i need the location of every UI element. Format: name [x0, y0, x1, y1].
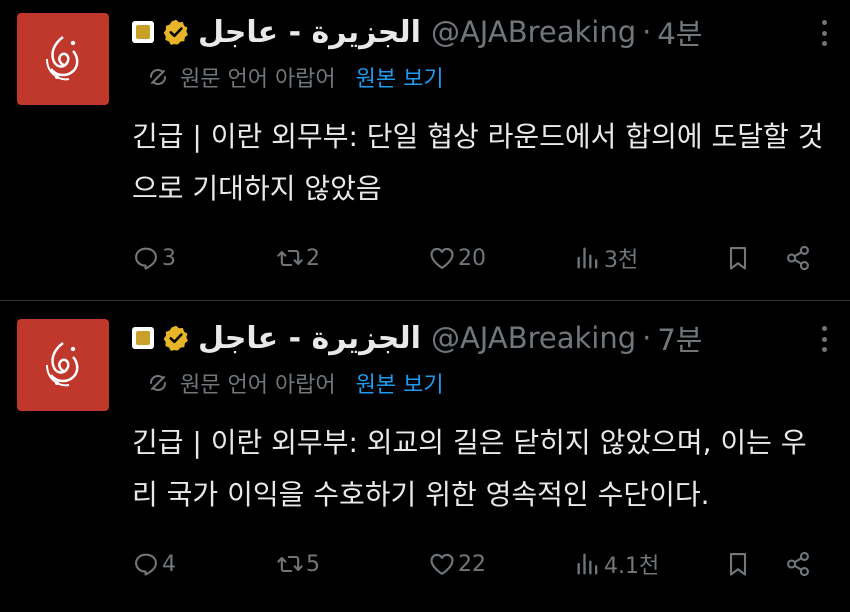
views-chart-icon [577, 247, 598, 269]
divider [0, 300, 850, 301]
translation-row: 원문 언어 아랍어 원본 보기 [146, 60, 444, 94]
verified-badge-icon[interactable] [162, 18, 190, 46]
retweet-count: 2 [306, 245, 320, 271]
tweet-header: الجزيرة - عاجل @AJABreaking · 7분 [132, 318, 702, 358]
reply-button[interactable]: 4 [132, 544, 176, 584]
like-count: 22 [458, 551, 486, 577]
affiliation-badge-icon[interactable] [132, 327, 154, 349]
tweet-header: الجزيرة - عاجل @AJABreaking · 4분 [132, 12, 702, 52]
like-button[interactable]: 20 [428, 238, 486, 278]
reply-count: 4 [162, 551, 176, 577]
retweet-count: 5 [306, 551, 320, 577]
timestamp[interactable]: 4분 [657, 11, 702, 53]
bookmark-button[interactable] [724, 238, 754, 278]
like-count: 20 [458, 245, 486, 271]
verified-badge-icon[interactable] [162, 324, 190, 352]
display-name[interactable]: الجزيرة - عاجل [198, 321, 421, 356]
more-options-icon[interactable] [820, 20, 828, 46]
share-button[interactable] [784, 544, 814, 584]
display-name[interactable]: الجزيرة - عاجل [198, 15, 421, 50]
retweet-icon [277, 555, 303, 573]
translation-row: 원문 언어 아랍어 원본 보기 [146, 366, 444, 400]
reply-button[interactable]: 3 [132, 238, 176, 278]
al-jazeera-logo-icon [46, 342, 79, 387]
heart-icon [430, 553, 454, 575]
show-original-link[interactable]: 원본 보기 [356, 61, 444, 93]
views-chart-icon [577, 553, 598, 575]
tweet-text: 긴급 | 이란 외무부: 외교의 길은 닫히지 않았으며, 이는 우리 국가 이… [132, 426, 807, 511]
views-button[interactable]: 3천 [574, 238, 638, 278]
share-button[interactable] [784, 238, 814, 278]
views-count: 4.1천 [604, 554, 660, 579]
retweet-button[interactable]: 5 [276, 544, 320, 584]
tweet[interactable]: الجزيرة - عاجل @AJABreaking · 4분 원문 언어 아… [0, 0, 850, 301]
affiliation-badge-icon[interactable] [132, 21, 154, 43]
retweet-button[interactable]: 2 [276, 238, 320, 278]
like-button[interactable]: 22 [428, 544, 486, 584]
handle[interactable]: @AJABreaking [431, 15, 636, 49]
translation-note: 원문 언어 아랍어 [180, 373, 336, 398]
separator-dot: · [642, 321, 652, 355]
bookmark-icon [729, 553, 747, 576]
share-icon [787, 245, 809, 271]
heart-icon [430, 247, 454, 269]
action-bar: 3 2 20 3천 [132, 238, 822, 278]
translation-note: 원문 언어 아랍어 [180, 67, 336, 92]
show-original-link[interactable]: 원본 보기 [356, 367, 444, 399]
share-icon [787, 551, 809, 577]
views-button[interactable]: 4.1천 [574, 544, 659, 584]
reply-icon [135, 247, 157, 270]
views-count: 3천 [604, 248, 639, 273]
avatar[interactable] [17, 13, 109, 105]
reply-count: 3 [162, 245, 176, 271]
more-options-icon[interactable] [820, 326, 828, 352]
translate-icon [150, 374, 166, 392]
al-jazeera-logo-icon [46, 36, 79, 81]
timestamp[interactable]: 7분 [657, 317, 702, 359]
translate-icon [150, 68, 166, 86]
bookmark-button[interactable] [724, 544, 754, 584]
tweet-text: 긴급 | 이란 외무부: 단일 협상 라운드에서 합의에 도달할 것으로 기대하… [132, 120, 824, 205]
reply-icon [135, 553, 157, 576]
retweet-icon [277, 249, 303, 267]
avatar[interactable] [17, 319, 109, 411]
bookmark-icon [729, 247, 747, 270]
tweet[interactable]: الجزيرة - عاجل @AJABreaking · 7분 원문 언어 아… [0, 306, 850, 606]
separator-dot: · [642, 15, 652, 49]
handle[interactable]: @AJABreaking [431, 321, 636, 355]
action-bar: 4 5 22 4.1천 [132, 544, 822, 584]
